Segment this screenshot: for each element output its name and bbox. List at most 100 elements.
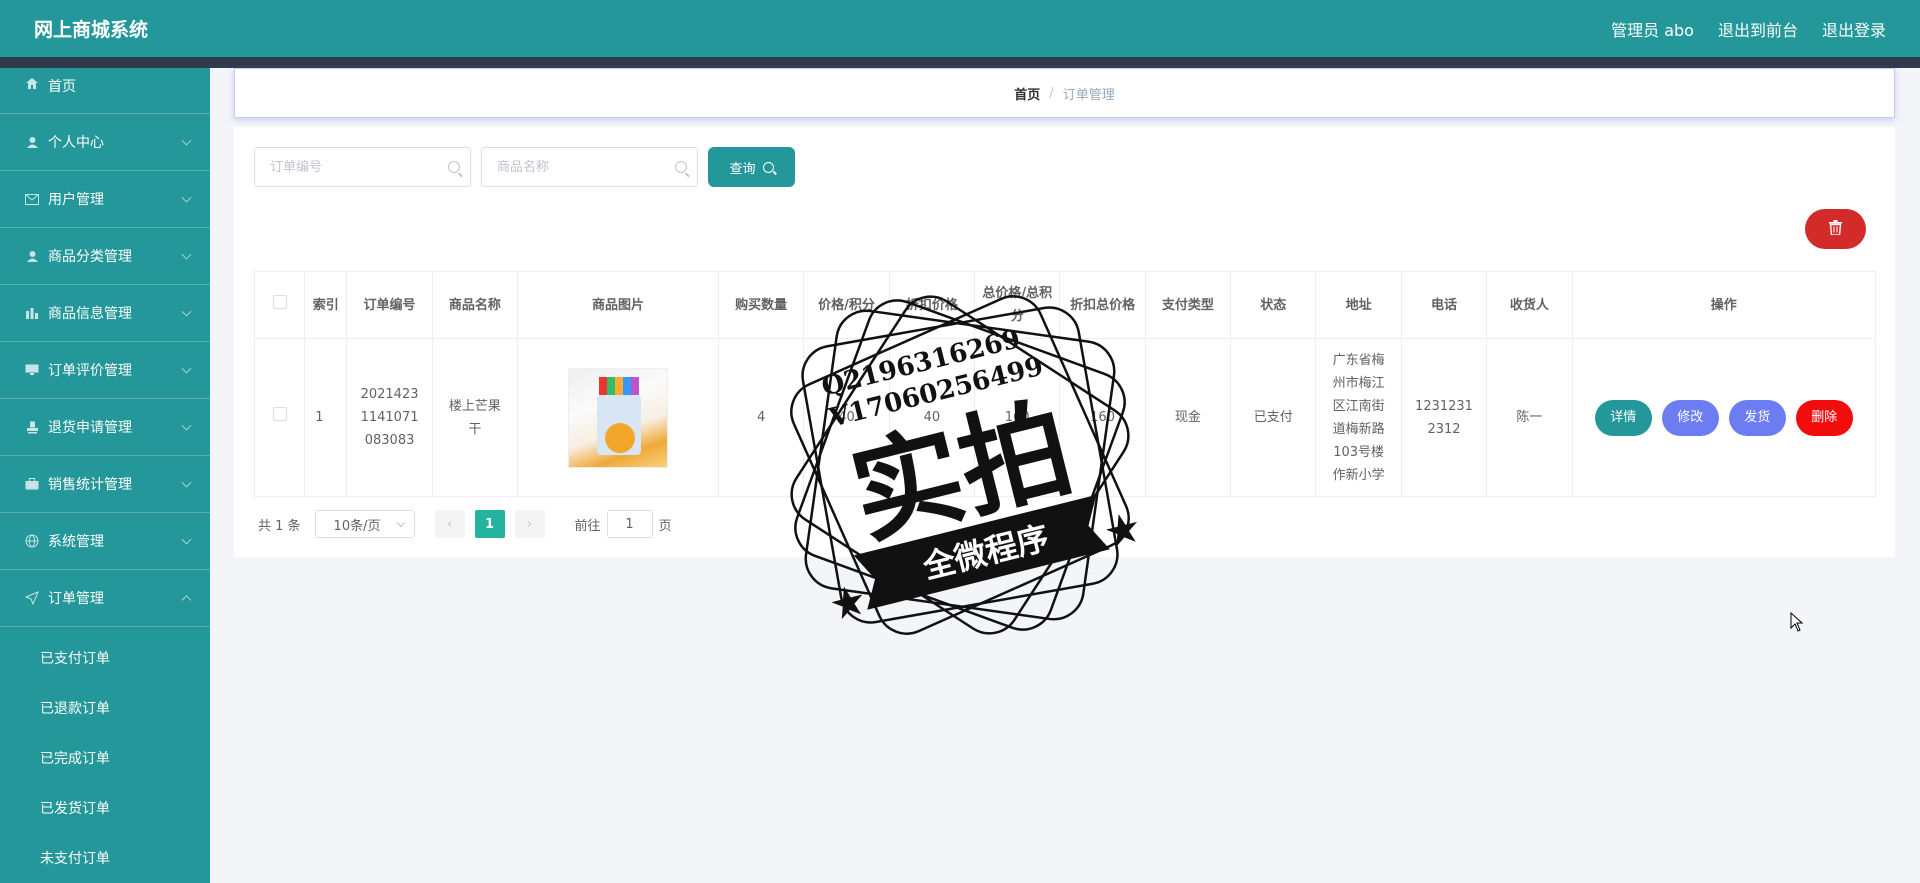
breadcrumb: 首页 / 订单管理 [234, 68, 1895, 118]
send-icon [24, 591, 40, 605]
sidebar-item-product-management[interactable]: 商品信息管理 [0, 285, 210, 342]
sidebar-item-system-management[interactable]: 系统管理 [0, 513, 210, 570]
next-page-button[interactable]: › [514, 510, 545, 538]
ship-button[interactable]: 发货 [1728, 399, 1786, 436]
header-divider [0, 57, 1920, 68]
page-size-value: 10条/页 [333, 518, 381, 534]
column-header: 价格/积分 [803, 271, 890, 339]
delete-button[interactable]: 删除 [1795, 399, 1853, 436]
cell-receiver: 陈一 [1486, 338, 1573, 497]
column-header: 操作 [1571, 271, 1877, 339]
cell-price: 40 [803, 338, 890, 497]
search-icon [762, 161, 774, 173]
table-row: 1 20214231141071083083 楼上芒果干 4 40 40 160… [253, 338, 1877, 497]
chevron-down-icon [181, 306, 192, 317]
sidebar-item-label: 商品信息管理 [48, 306, 132, 322]
sidebar-item-personal-center[interactable]: 个人中心 [0, 114, 210, 171]
cell-status: 已支付 [1230, 338, 1317, 497]
exit-to-front-link[interactable]: 退出到前台 [1718, 17, 1798, 41]
user-icon [24, 135, 40, 149]
cell-order-no: 20214231141071083083 [346, 338, 433, 497]
goto-page-input[interactable] [606, 510, 653, 538]
sidebar-item-order-management[interactable]: 订单管理 [0, 570, 210, 627]
cell-product-name: 楼上芒果干 [431, 338, 519, 497]
page-size-select[interactable]: 10条/页 [314, 510, 415, 538]
cell-index: 1 [304, 338, 348, 497]
chevron-down-icon [181, 249, 192, 260]
product-name-input[interactable] [482, 148, 697, 186]
cell-product-image [517, 338, 719, 497]
column-header: 商品图片 [517, 271, 719, 339]
submenu-item-completed-orders[interactable]: 已完成订单 [0, 733, 210, 783]
submenu-item-shipped-orders[interactable]: 已发货订单 [0, 783, 210, 833]
chevron-down-icon [396, 518, 405, 528]
page-number-current[interactable]: 1 [474, 510, 505, 538]
sidebar-item-category-management[interactable]: 商品分类管理 [0, 228, 210, 285]
column-header: 状态 [1230, 271, 1317, 339]
sidebar-item-label: 退货申请管理 [48, 420, 132, 436]
top-bar: 网上商城系统 管理员 abo 退出到前台 退出登录 [0, 0, 1920, 57]
search-icon [448, 161, 460, 173]
sidebar-item-sales-statistics[interactable]: 销售统计管理 [0, 456, 210, 513]
query-button-label: 查询 [729, 161, 756, 177]
product-name-search [481, 147, 698, 187]
column-header: 折扣总价格 [1059, 271, 1146, 339]
detail-button[interactable]: 详情 [1594, 399, 1652, 436]
chevron-down-icon [181, 192, 192, 203]
trash-icon [1829, 219, 1842, 239]
column-header: 电话 [1400, 271, 1488, 339]
sidebar-item-label: 商品分类管理 [48, 249, 132, 265]
column-header: 购买数量 [717, 271, 805, 339]
logout-link[interactable]: 退出登录 [1822, 17, 1886, 41]
column-header: 订单编号 [346, 271, 433, 339]
sidebar-item-label: 订单评价管理 [48, 363, 132, 379]
column-header: 支付类型 [1144, 271, 1232, 339]
chevron-up-icon [181, 595, 192, 606]
column-header: 收货人 [1486, 271, 1573, 339]
home-icon [24, 76, 40, 90]
chevron-left-icon: ‹ [446, 516, 453, 532]
edit-button[interactable]: 修改 [1661, 399, 1719, 436]
sidebar-item-label: 订单管理 [48, 591, 104, 607]
sidebar-item-home[interactable]: 首页 [0, 68, 210, 114]
pagination: 共 1 条 10条/页 ‹ 1 › 前往 页 [258, 510, 672, 538]
table-header-row: 索引 订单编号 商品名称 商品图片 购买数量 价格/积分 折扣价格 总价格/总积… [253, 271, 1877, 339]
batch-delete-button[interactable] [1805, 209, 1866, 249]
row-checkbox[interactable] [272, 407, 287, 421]
chevron-down-icon [181, 135, 192, 146]
order-submenu: 已支付订单 已退款订单 已完成订单 已发货订单 未支付订单 [0, 627, 210, 883]
stamp-icon [24, 420, 40, 434]
sidebar-item-label: 个人中心 [48, 135, 104, 151]
column-header: 折扣价格 [888, 271, 976, 339]
sidebar-item-label: 销售统计管理 [48, 477, 132, 493]
row-select-cell [253, 338, 306, 497]
total-count: 共 1 条 [258, 518, 301, 534]
column-header: 地址 [1315, 271, 1402, 339]
breadcrumb-separator: / [1049, 85, 1054, 101]
column-header: 商品名称 [431, 271, 519, 339]
prev-page-button[interactable]: ‹ [434, 510, 465, 538]
sidebar-item-review-management[interactable]: 订单评价管理 [0, 342, 210, 399]
mouse-cursor-icon [1790, 612, 1804, 632]
submenu-item-unpaid-orders[interactable]: 未支付订单 [0, 833, 210, 883]
search-icon [675, 161, 687, 173]
chart-icon [24, 306, 40, 320]
select-all-checkbox[interactable] [272, 294, 287, 309]
chevron-down-icon [181, 477, 192, 488]
cell-phone: 12312312312 [1400, 338, 1488, 497]
query-button[interactable]: 查询 [708, 147, 795, 187]
breadcrumb-current: 订单管理 [1062, 87, 1115, 103]
submenu-item-paid-orders[interactable]: 已支付订单 [0, 633, 210, 683]
sidebar-item-label: 系统管理 [48, 534, 104, 550]
sidebar-item-user-management[interactable]: 用户管理 [0, 171, 210, 228]
sidebar-item-label: 首页 [48, 79, 76, 95]
order-table: 索引 订单编号 商品名称 商品图片 购买数量 价格/积分 折扣价格 总价格/总积… [253, 271, 1877, 497]
order-no-input[interactable] [255, 148, 470, 186]
cell-quantity: 4 [717, 338, 805, 497]
submenu-item-refunded-orders[interactable]: 已退款订单 [0, 683, 210, 733]
sidebar-item-return-management[interactable]: 退货申请管理 [0, 399, 210, 456]
breadcrumb-home[interactable]: 首页 [1014, 84, 1040, 103]
order-no-search [254, 147, 471, 187]
column-header: 总价格/总积分 [974, 271, 1061, 339]
product-image [568, 367, 669, 468]
